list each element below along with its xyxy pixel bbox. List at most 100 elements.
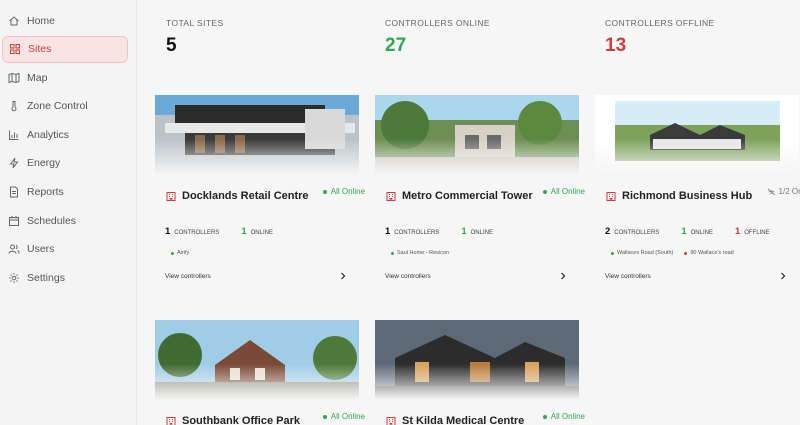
stat-value: 27 [385,35,407,56]
count-offline: 1 OFFLINE [735,226,770,237]
chevron-right-icon [341,272,346,280]
count-controllers: 2 CONTROLLERS [605,226,659,237]
status-badge: All Online [542,187,585,196]
map-icon [8,72,20,84]
sidebar-item-users[interactable]: Users [2,236,128,263]
sidebar-item-reports[interactable]: Reports [2,179,128,206]
site-name: Richmond Business Hub [622,190,753,202]
sidebar-item-schedules[interactable]: Schedules [2,207,128,234]
building-icon [166,192,176,201]
site-photo [595,95,799,175]
sidebar-item-settings[interactable]: Settings [2,264,128,291]
view-controllers-label: View controllers [165,272,211,280]
status-dot [542,414,547,419]
controller-item: Airify [171,250,189,256]
count-online: 1 ONLINE [461,226,493,237]
count-online: 1 ONLINE [681,226,713,237]
status-dot [542,189,547,194]
sidebar-item-analytics[interactable]: Analytics [2,121,128,148]
stat-label: CONTROLLERS ONLINE [385,18,490,28]
site-card[interactable]: Richmond Business Hub 1/2 Online 2CONTRO… [595,95,800,280]
status-text: All Online [330,412,365,421]
sidebar-item-label: Map [27,71,48,84]
main-content: TOTAL SITES 5 CONTROLLERS ONLINE 27 CONT… [137,0,800,425]
app-window: Home Sites Map Zone Control Analytics En… [0,0,800,425]
status-text: All Online [330,187,365,196]
building-icon [386,192,396,201]
sidebar-item-label: Zone Control [27,100,88,113]
site-card[interactable]: Metro Commercial Tower All Online 1 CONTR… [375,95,585,280]
count-label: OFFLINE [744,230,770,236]
bar-chart-icon [8,129,20,141]
site-name: St Kilda Medical Centre [402,415,525,425]
controller-counts: 1 CONTROLLERS 1 ONLINE [155,226,359,237]
site-photo [375,95,579,175]
view-controllers-label: View controllers [385,272,431,280]
site-title-row: Metro Commercial Tower All Online [375,187,585,203]
site-card[interactable]: Docklands Retail Centre All Online 1 CONT… [155,95,365,280]
count-value: 1 [165,226,171,237]
sidebar: Home Sites Map Zone Control Analytics En… [0,0,137,425]
sidebar-item-label: Users [27,243,55,256]
status-badge: 1/2 Online [767,187,800,196]
status-dot [684,251,688,255]
status-dot [322,414,327,419]
sidebar-item-map[interactable]: Map [2,64,128,91]
status-badge: All Online [322,187,365,196]
chevron-right-icon [561,272,566,280]
controller-counts: 2 CONTROLLERS 1 ONLINE 1 OFFLINE [595,226,799,237]
status-text: All Online [550,187,585,196]
calendar-icon [8,215,20,227]
count-label: CONTROLLERS [394,230,440,236]
sidebar-item-label: Analytics [27,128,70,141]
status-dot [171,251,174,255]
count-label: CONTROLLERS [614,230,660,236]
site-card[interactable]: St Kilda Medical Centre All Online [375,320,585,425]
status-badge: All Online [322,412,365,421]
site-name: Metro Commercial Tower [402,190,533,202]
building-icon [166,417,176,425]
stat-value: 5 [166,35,177,56]
sidebar-item-sites[interactable]: Sites [2,35,128,63]
controller-item: Wallaces Road (South) [611,250,673,256]
controller-item: 90 Wallace's road [684,250,734,256]
building-icon [386,417,396,425]
site-name: Docklands Retail Centre [182,190,309,202]
controller-item: Saul Home - Resicon [391,250,449,256]
site-card[interactable]: Southbank Office Park All Online [155,320,365,425]
site-title-row: Southbank Office Park All Online [155,412,365,425]
controller-list: Airify [155,250,359,256]
stat-controllers-online: CONTROLLERS ONLINE 27 [385,18,490,57]
building-icon [606,192,616,201]
status-dot [391,251,394,255]
sidebar-item-label: Schedules [27,214,77,227]
sidebar-item-energy[interactable]: Energy [2,150,128,177]
status-badge: All Online [542,412,585,421]
site-title-row: St Kilda Medical Centre All Online [375,412,585,425]
sidebar-item-label: Reports [27,186,64,199]
view-controllers-label: View controllers [605,272,651,280]
view-controllers-link[interactable]: View controllers [375,272,579,280]
view-controllers-link[interactable]: View controllers [155,272,359,280]
view-controllers-link[interactable]: View controllers [595,272,799,280]
count-label: CONTROLLERS [174,230,220,236]
grid-icon [9,43,21,55]
stat-controllers-offline: CONTROLLERS OFFLINE 13 [605,18,715,57]
sidebar-item-home[interactable]: Home [2,7,128,34]
sidebar-item-label: Sites [28,43,52,56]
count-value: 1 [385,226,391,237]
count-label: ONLINE [250,230,273,236]
count-controllers: 1 CONTROLLERS [165,226,219,237]
sidebar-item-zone-control[interactable]: Zone Control [2,93,128,120]
lightning-icon [8,157,20,169]
stat-value: 13 [605,35,627,56]
document-icon [8,186,20,198]
stat-label: TOTAL SITES [166,18,224,28]
wifi-off-icon [767,188,775,195]
status-dot [611,251,614,255]
controller-name: 90 Wallace's road [690,250,734,256]
site-photo [155,320,359,400]
gear-icon [8,272,20,284]
controller-list: Saul Home - Resicon [375,250,579,256]
count-value: 2 [605,226,611,237]
